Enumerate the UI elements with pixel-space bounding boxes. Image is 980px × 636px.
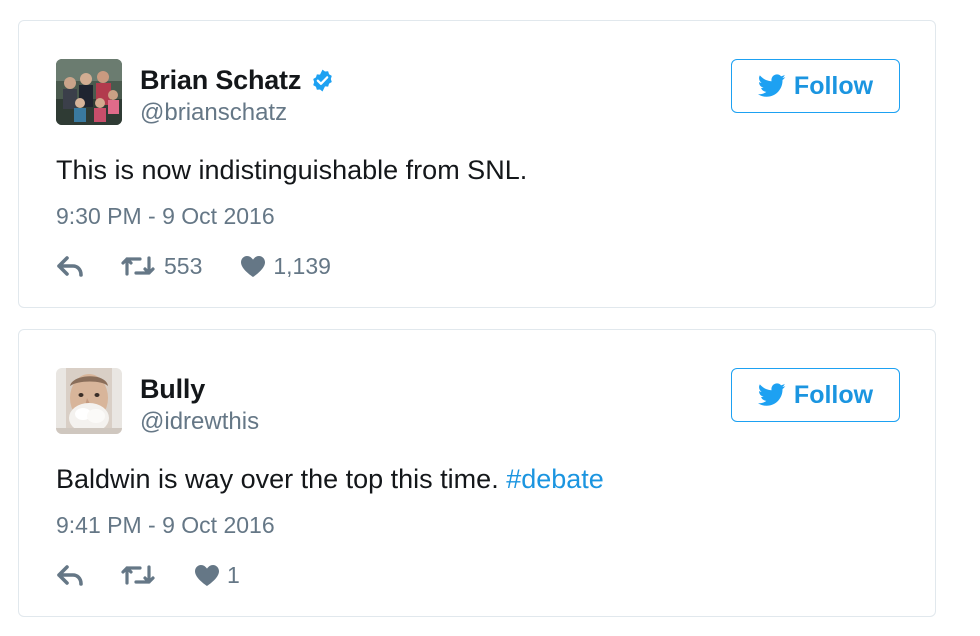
retweet-button[interactable] [120, 563, 164, 587]
tweet-text: Baldwin is way over the top this time. #… [56, 464, 604, 495]
user-handle[interactable]: @idrewthis [140, 408, 259, 436]
timestamp[interactable]: 9:41 PM - 9 Oct 2016 [56, 512, 275, 539]
retweet-count: 553 [164, 252, 203, 279]
tweet-body: Baldwin is way over the top this time. [56, 464, 507, 494]
hashtag-link[interactable]: #debate [506, 464, 604, 494]
author-line: Bully [140, 372, 205, 406]
twitter-bird-icon [757, 383, 786, 407]
timestamp[interactable]: 9:30 PM - 9 Oct 2016 [56, 203, 275, 230]
action-bar: 1 [56, 560, 240, 590]
follow-label: Follow [793, 71, 874, 100]
user-handle[interactable]: @brianschatz [140, 99, 287, 127]
display-name[interactable]: Bully [140, 374, 205, 405]
avatar[interactable] [56, 368, 122, 434]
retweet-icon [120, 254, 156, 278]
tweet-body: This is now indistinguishable from SNL. [56, 155, 528, 185]
display-name[interactable]: Brian Schatz [140, 65, 301, 96]
like-count: 1 [227, 561, 240, 588]
twitter-bird-icon [757, 74, 786, 98]
retweet-icon [120, 563, 156, 587]
action-bar: 553 1,139 [56, 251, 331, 281]
reply-icon[interactable] [56, 564, 86, 586]
follow-button[interactable]: Follow [731, 368, 900, 422]
author-line: Brian Schatz [140, 63, 335, 97]
tweet-text: This is now indistinguishable from SNL. [56, 155, 527, 186]
reply-icon[interactable] [56, 255, 86, 277]
like-button[interactable]: 1,139 [240, 253, 331, 280]
verified-badge-icon [310, 68, 335, 93]
follow-label: Follow [793, 380, 874, 409]
avatar[interactable] [56, 59, 122, 125]
like-button[interactable]: 1 [194, 562, 240, 589]
retweet-button[interactable]: 553 [120, 253, 202, 280]
like-count: 1,139 [273, 252, 331, 279]
heart-icon [240, 255, 266, 278]
heart-icon [194, 564, 220, 587]
follow-button[interactable]: Follow [731, 59, 900, 113]
tweet-card: Bully @idrewthis Follow Baldwin is way o… [18, 329, 936, 617]
tweet-card: Brian Schatz @brianschatz Follow This is… [18, 20, 936, 308]
